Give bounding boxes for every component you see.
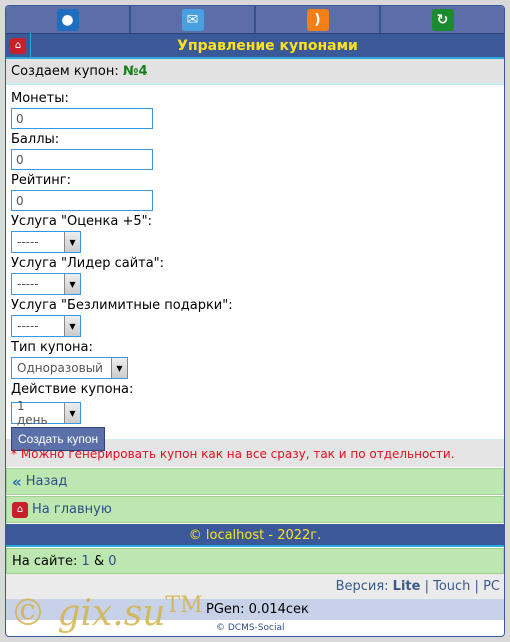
online-users-link[interactable]: 1 [82, 554, 90, 569]
mail-icon: ✉ [181, 8, 204, 31]
online-counter: На сайте: 1 & 0 [6, 548, 504, 574]
nav-profile[interactable]: ● [6, 6, 131, 33]
service2-select[interactable]: ----- ▼ [11, 273, 81, 295]
chevron-down-icon: ▼ [64, 274, 80, 294]
type-select[interactable]: Одноразовый ▼ [11, 357, 128, 379]
nav-refresh[interactable]: ↻ [381, 6, 504, 33]
footer-copyright: © localhost - 2022г. [6, 524, 504, 547]
online-sep: & [93, 554, 105, 569]
subheader-label: Создаем купон: [11, 64, 119, 79]
home-label: На главную [32, 502, 112, 517]
page-header: ⌂ Управление купонами [6, 33, 504, 59]
back-link[interactable]: «Назад [6, 468, 504, 495]
bottom-bar: © gix.suTM PGen: 0.014сек [6, 593, 504, 634]
chevron-down-icon: ▼ [64, 316, 80, 336]
version-lite: Lite [392, 579, 421, 594]
chevron-down-icon: ▼ [64, 232, 80, 252]
back-label: Назад [25, 474, 68, 489]
coins-label: Монеты: [11, 91, 69, 106]
online-guests-link[interactable]: 0 [108, 554, 116, 569]
page-frame: ● ✉ ) ↻ ⌂ Управление купонами Создаем ку… [5, 5, 505, 637]
home-button[interactable]: ⌂ [6, 33, 31, 58]
gix-watermark-logo: © gix.suTM [10, 593, 203, 634]
type-value: Одноразовый [17, 361, 103, 375]
home-icon: ⌂ [12, 501, 28, 518]
top-nav: ● ✉ ) ↻ [6, 6, 504, 34]
service2-label: Услуга "Лидер сайта": [11, 256, 165, 271]
page-title: Управление купонами [177, 37, 358, 54]
subheader: Создаем купон: №4 [6, 59, 504, 85]
coupon-form: Монеты: Баллы: Рейтинг: Услуга "Оценка +… [6, 85, 504, 451]
action-value: 1 день [17, 399, 48, 427]
version-label: Версия: [335, 579, 389, 594]
points-input[interactable] [11, 149, 153, 170]
dcms-link[interactable]: © DCMS-Social [216, 623, 284, 633]
home-icon: ⌂ [10, 37, 26, 54]
home-link[interactable]: ⌂ На главную [6, 496, 504, 523]
version-pc-link[interactable]: PC [483, 579, 500, 594]
service3-select[interactable]: ----- ▼ [11, 315, 81, 337]
service1-select[interactable]: ----- ▼ [11, 231, 81, 253]
double-chevron-left-icon: « [12, 472, 22, 491]
points-label: Баллы: [11, 132, 60, 147]
version-touch-link[interactable]: Touch [433, 579, 470, 594]
service3-label: Услуга "Безлимитные подарки": [11, 298, 233, 313]
refresh-icon: ↻ [431, 8, 454, 31]
service3-value: ----- [17, 319, 39, 333]
nav-rss[interactable]: ) [256, 6, 381, 33]
chevron-down-icon: ▼ [111, 358, 127, 378]
type-label: Тип купона: [11, 340, 93, 355]
nav-mail[interactable]: ✉ [131, 6, 256, 33]
action-label: Действие купона: [11, 382, 134, 397]
page-gen-time: PGen: 0.014сек [206, 602, 309, 617]
service1-value: ----- [17, 235, 39, 249]
service2-value: ----- [17, 277, 39, 291]
online-label: На сайте: [12, 554, 78, 569]
coupon-number: №4 [122, 64, 148, 79]
chevron-down-icon: ▼ [64, 403, 80, 423]
rating-input[interactable] [11, 190, 153, 211]
service1-label: Услуга "Оценка +5": [11, 214, 153, 229]
rating-label: Рейтинг: [11, 173, 72, 188]
user-icon: ● [56, 8, 79, 31]
action-select[interactable]: 1 день ▼ [11, 399, 81, 427]
coins-input[interactable] [11, 108, 153, 129]
rss-icon: ) [306, 8, 329, 31]
